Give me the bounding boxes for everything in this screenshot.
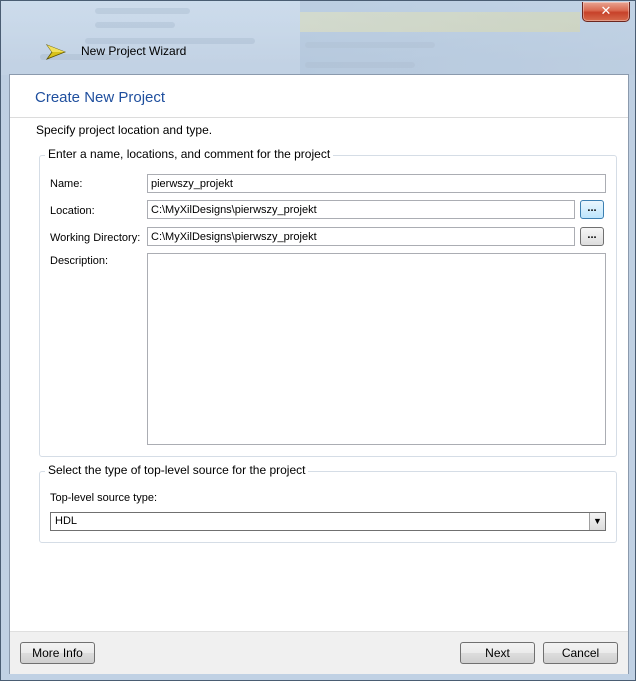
- description-label: Description:: [50, 255, 109, 267]
- dialog-window: New Project Wizard ✕ Create New Project …: [0, 0, 636, 681]
- working-directory-label: Working Directory:: [50, 232, 141, 244]
- wizard-page: Create New Project Specify project locat…: [9, 74, 629, 674]
- close-button[interactable]: ✕: [582, 2, 630, 22]
- source-type-group: [39, 471, 617, 543]
- location-browse-button[interactable]: ...: [580, 200, 604, 219]
- page-subtitle: Specify project location and type.: [36, 123, 213, 137]
- cancel-button[interactable]: Cancel: [543, 642, 618, 664]
- window-title: New Project Wizard: [81, 44, 187, 58]
- dialog-footer: More Info Next Cancel: [10, 631, 628, 674]
- more-info-button[interactable]: More Info: [20, 642, 95, 664]
- location-field[interactable]: C:\MyXilDesigns\pierwszy_projekt: [147, 200, 575, 219]
- working-directory-browse-button[interactable]: ...: [580, 227, 604, 246]
- top-level-source-type-value: HDL: [55, 515, 78, 527]
- name-label: Name:: [50, 178, 83, 190]
- description-textarea[interactable]: [147, 253, 606, 445]
- name-field[interactable]: pierwszy_projekt: [147, 174, 606, 193]
- top-level-source-type-label: Top-level source type:: [50, 492, 157, 504]
- source-type-legend: Select the type of top-level source for …: [45, 463, 309, 477]
- close-icon: ✕: [600, 3, 612, 18]
- header-divider: [10, 117, 628, 118]
- next-button[interactable]: Next: [460, 642, 535, 664]
- page-title: Create New Project: [35, 89, 166, 106]
- working-directory-field[interactable]: C:\MyXilDesigns\pierwszy_projekt: [147, 227, 575, 246]
- project-details-legend: Enter a name, locations, and comment for…: [45, 147, 334, 161]
- xilinx-wizard-arrow-icon: [46, 44, 66, 60]
- top-level-source-type-select[interactable]: HDL ▼: [50, 512, 606, 531]
- chevron-down-icon[interactable]: ▼: [589, 513, 605, 530]
- location-label: Location:: [50, 205, 95, 217]
